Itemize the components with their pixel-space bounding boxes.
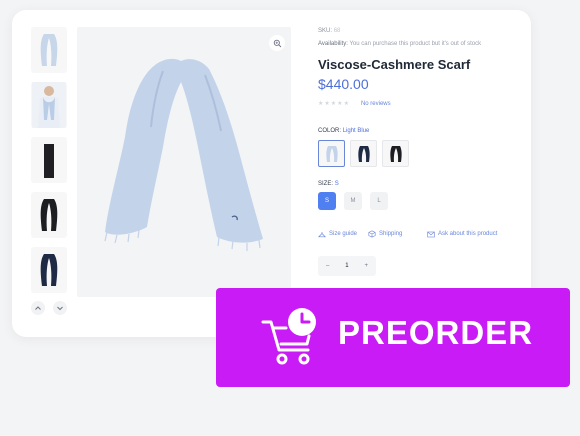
size-label-text: SIZE: bbox=[318, 181, 334, 187]
box-icon bbox=[368, 230, 376, 238]
shipping-label: Shipping bbox=[379, 231, 403, 237]
size-guide-link[interactable]: Size guide bbox=[318, 230, 368, 238]
ask-about-product-link[interactable]: Ask about this product bbox=[427, 230, 497, 238]
quantity-increase-button[interactable]: + bbox=[364, 263, 368, 269]
swatch-light-blue[interactable] bbox=[318, 140, 345, 167]
color-swatches bbox=[318, 140, 533, 167]
thumbnail-black-folded-scarf[interactable] bbox=[31, 137, 67, 183]
availability-label: Availability: bbox=[318, 41, 348, 47]
star-icon: ★ bbox=[337, 101, 343, 107]
star-icon: ★ bbox=[324, 101, 330, 107]
size-options: S M L bbox=[318, 192, 533, 210]
swatch-navy[interactable] bbox=[350, 140, 377, 167]
size-option-l[interactable]: L bbox=[370, 192, 388, 210]
product-links: Size guide Shipping Ask about this produ… bbox=[318, 230, 533, 238]
size-guide-label: Size guide bbox=[329, 231, 358, 237]
thumbnail-model-with-scarf[interactable] bbox=[31, 82, 67, 128]
size-option-m[interactable]: M bbox=[344, 192, 362, 210]
thumbnail-list bbox=[31, 27, 69, 302]
availability-row: Availability: You can purchase this prod… bbox=[318, 41, 533, 47]
star-icon: ★ bbox=[318, 101, 324, 107]
preorder-label: PREORDER bbox=[338, 314, 534, 351]
preorder-badge[interactable]: PREORDER bbox=[216, 288, 570, 387]
product-info: SKU: 68 Availability: You can purchase t… bbox=[318, 27, 533, 276]
size-label: SIZE: S bbox=[318, 181, 533, 187]
product-title: Viscose-Cashmere Scarf bbox=[318, 57, 471, 72]
chevron-up-icon[interactable] bbox=[31, 301, 45, 315]
scarf-image bbox=[104, 58, 263, 251]
color-value: Light Blue bbox=[342, 128, 370, 134]
cart-clock-icon bbox=[261, 308, 316, 365]
zoom-button[interactable] bbox=[269, 35, 285, 51]
quantity-decrease-button[interactable]: – bbox=[326, 263, 329, 269]
chevron-down-icon[interactable] bbox=[53, 301, 67, 315]
ask-about-product-label: Ask about this product bbox=[438, 231, 498, 237]
thumbnail-light-blue-scarf[interactable] bbox=[31, 27, 67, 73]
size-option-s[interactable]: S bbox=[318, 192, 336, 210]
hanger-icon bbox=[318, 231, 326, 237]
star-icon: ★ bbox=[330, 101, 337, 107]
product-price: $440.00 bbox=[318, 76, 369, 92]
thumbnail-black-scarf[interactable] bbox=[31, 192, 67, 238]
color-label-text: COLOR: bbox=[318, 128, 342, 134]
swatch-black[interactable] bbox=[382, 140, 409, 167]
zoom-icon bbox=[273, 39, 281, 47]
mail-icon bbox=[427, 231, 435, 237]
main-product-image[interactable] bbox=[77, 27, 291, 297]
rating: ★ ★ ★ ★ ★ No reviews bbox=[318, 100, 533, 108]
sku-value: 68 bbox=[333, 28, 341, 34]
quantity-value[interactable]: 1 bbox=[345, 263, 348, 269]
thumbnail-nav bbox=[31, 301, 67, 315]
sku-row: SKU: 68 bbox=[318, 27, 533, 35]
quantity-stepper: – 1 + bbox=[318, 256, 376, 276]
availability-value: You can purchase this product but it's o… bbox=[349, 41, 482, 47]
color-label: COLOR: Light Blue bbox=[318, 128, 533, 134]
size-value: S bbox=[334, 181, 339, 187]
reviews-link[interactable]: No reviews bbox=[361, 101, 391, 107]
shipping-link[interactable]: Shipping bbox=[368, 230, 427, 238]
star-icon: ★ bbox=[343, 101, 349, 107]
sku-label: SKU: bbox=[318, 28, 333, 34]
thumbnail-navy-scarf[interactable] bbox=[31, 247, 67, 293]
